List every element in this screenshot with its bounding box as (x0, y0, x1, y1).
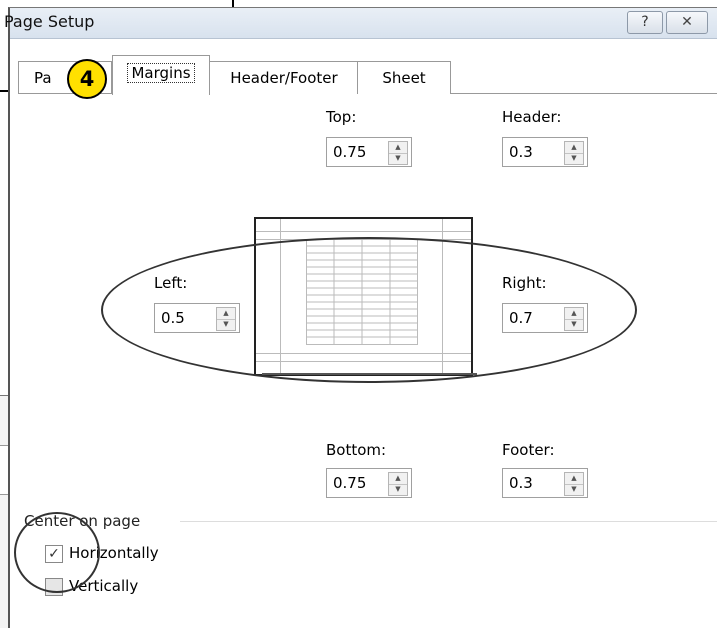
down-arrow-icon[interactable]: ▼ (389, 153, 407, 164)
group-divider (180, 521, 717, 522)
tab-strip: Pa Margins Header/Footer Sheet 4 (10, 39, 717, 99)
header-margin-spinner[interactable]: 0.3 ▲ ▼ (502, 137, 588, 167)
highlight-ellipse (14, 512, 100, 593)
help-button[interactable]: ? (627, 11, 663, 34)
tab-margins-label: Margins (127, 63, 195, 83)
bottom-margin-label: Bottom: (326, 441, 387, 459)
down-arrow-icon[interactable]: ▼ (565, 153, 583, 164)
spin-buttons[interactable]: ▲ ▼ (388, 472, 408, 496)
bottom-margin-value[interactable]: 0.75 (333, 474, 366, 492)
highlight-ellipse (101, 237, 637, 383)
top-margin-label: Top: (326, 108, 357, 126)
spin-buttons[interactable]: ▲ ▼ (564, 141, 584, 165)
background-window-edge (0, 90, 8, 92)
header-margin-value[interactable]: 0.3 (509, 143, 533, 161)
bottom-margin-spinner[interactable]: 0.75 ▲ ▼ (326, 468, 412, 498)
footer-margin-spinner[interactable]: 0.3 ▲ ▼ (502, 468, 588, 498)
header-margin-label: Header: (502, 108, 562, 126)
spin-buttons[interactable]: ▲ ▼ (564, 472, 584, 496)
footer-margin-label: Footer: (502, 441, 555, 459)
tab-margins[interactable]: Margins (112, 55, 210, 95)
footer-margin-value[interactable]: 0.3 (509, 474, 533, 492)
top-margin-spinner[interactable]: 0.75 ▲ ▼ (326, 137, 412, 167)
close-button[interactable]: ✕ (666, 11, 708, 34)
tab-header-footer[interactable]: Header/Footer (209, 61, 359, 94)
tab-sheet[interactable]: Sheet (357, 61, 451, 94)
down-arrow-icon[interactable]: ▼ (565, 484, 583, 495)
step-number-badge: 4 (67, 59, 107, 99)
background-window-panel (0, 395, 8, 628)
title-bar: Page Setup ? ✕ (4, 8, 717, 39)
background-window-edge (232, 0, 234, 7)
dialog-title: Page Setup (4, 12, 95, 31)
down-arrow-icon[interactable]: ▼ (389, 484, 407, 495)
top-margin-value[interactable]: 0.75 (333, 143, 366, 161)
spin-buttons[interactable]: ▲ ▼ (388, 141, 408, 165)
preview-guide (256, 231, 471, 232)
